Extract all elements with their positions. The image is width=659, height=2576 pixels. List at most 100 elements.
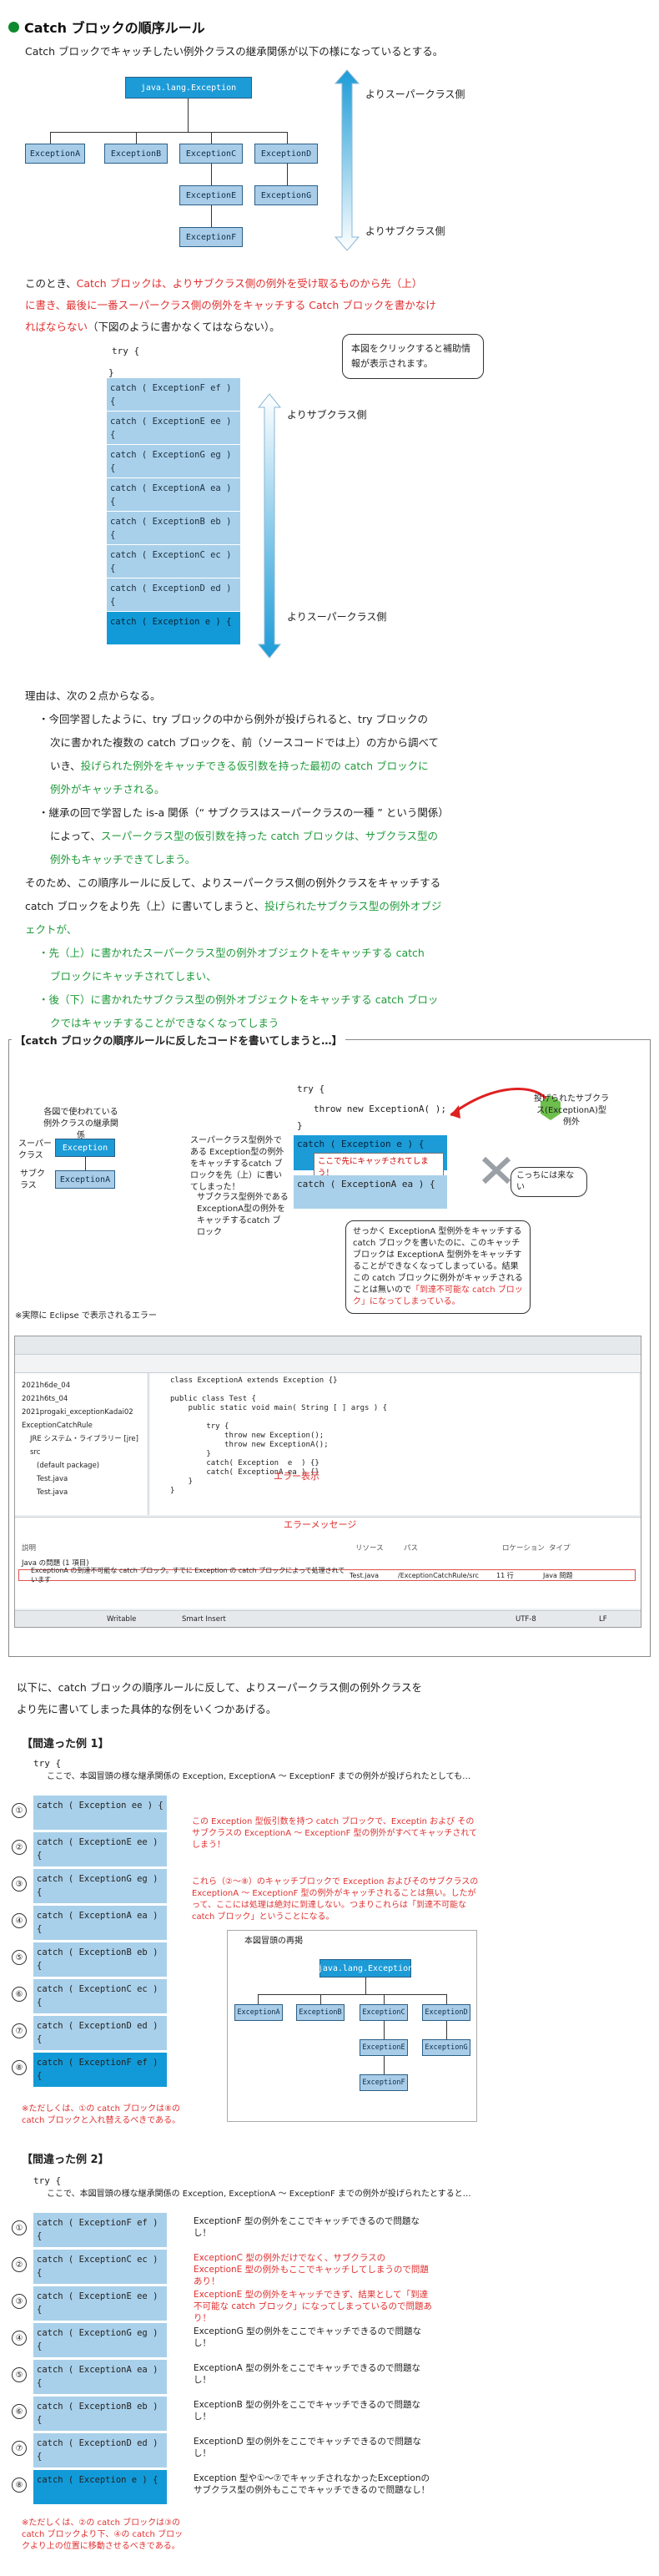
example1-try: try {	[33, 1758, 62, 1769]
class-box-exceptiona: ExceptionA	[55, 1170, 115, 1189]
reason-text: いき、投げられた例外をキャッチできる仮引数を持った最初の catch ブロックに	[50, 760, 429, 772]
mini-class-g: ExceptionG	[422, 2039, 470, 2056]
code-line: try {	[170, 1422, 229, 1431]
catch-comment: ExceptionC 型の例外だけでなく、サブクラスの ExceptionE 型…	[194, 2253, 429, 2286]
catch-comment: ExceptionD 型の例外をここでキャッチできるので問題なし！	[194, 2437, 421, 2458]
class-box-c: ExceptionC	[179, 144, 243, 164]
code-line: catch( Exception e ) {}	[170, 1459, 319, 1467]
catch-block: catch ( ExceptionD ed ) {	[33, 2432, 167, 2467]
marker-header-cell[interactable]: ロケーション	[502, 1543, 549, 1554]
mini-class-c: ExceptionC	[360, 2004, 408, 2021]
intro-text: Catch ブロックでキャッチしたい例外クラスの継承関係が以下の様になっていると…	[25, 45, 444, 58]
step-number: ⑤	[12, 1950, 27, 1965]
tree-item[interactable]: 2021h6de_04	[22, 1380, 70, 1392]
reason-text: ブロックにキャッチされてしまい、	[50, 970, 217, 982]
example2-footnote: ※ただしくは、②の catch ブロックは③の catch ブロックより下、④の…	[22, 2518, 184, 2551]
error-display-label: エラー表示	[274, 1471, 319, 1482]
code-editor[interactable]: class ExceptionA extends Exception {} pub…	[150, 1373, 639, 1515]
catch-block: catch ( Exception ee ) {	[33, 1795, 167, 1830]
code-close: }	[297, 1120, 303, 1131]
tree-item[interactable]: Test.java	[37, 1487, 68, 1498]
class-box-e: ExceptionE	[179, 185, 243, 205]
class-box-exception: Exception	[55, 1139, 115, 1157]
catch-block: catch ( Exception e ) {	[107, 611, 240, 644]
catch-block: catch ( ExceptionE ee ) {	[107, 411, 240, 444]
tree-item[interactable]: ExceptionCatchRule	[22, 1420, 93, 1432]
reason-text: そのため、この順序ルールに反して、よりスーパークラス側の例外クラスをキャッチする	[25, 876, 441, 889]
class-box-f: ExceptionF	[179, 227, 243, 247]
step-number: ③	[12, 1876, 27, 1892]
tree-item[interactable]: 2021progaki_exceptionKadai02	[22, 1407, 133, 1418]
catch-block: catch ( ExceptionE ee ) {	[33, 2286, 167, 2321]
catch-block: catch ( ExceptionE ee ) {	[33, 1831, 167, 1866]
mini-caption: 各図で使われている例外クラスの継承関係	[43, 1108, 118, 1140]
code-line: public static void main( String [ ] args…	[170, 1404, 388, 1412]
step-number: ⑦	[12, 2441, 27, 2456]
code-line: }	[170, 1477, 194, 1486]
marker-header-cell[interactable]: 説明	[22, 1543, 355, 1554]
mini-class-f: ExceptionF	[360, 2074, 408, 2091]
reason-text: 例外もキャッチできてしまう。	[50, 853, 196, 866]
eclipse-toolbar-2[interactable]	[15, 1355, 641, 1373]
explain-bubble: せっかく ExceptionA 型例外をキャッチする catch ブロックを書い…	[345, 1220, 531, 1314]
code-throw: throw new ExceptionA( );	[314, 1104, 446, 1114]
class-box-g: ExceptionG	[254, 185, 318, 205]
mini-title: 本図冒頭の再掲	[244, 1937, 303, 1946]
tree-item[interactable]: Test.java	[37, 1473, 68, 1485]
super-side-label: よりスーパークラス側	[287, 611, 387, 623]
eclipse-toolbar[interactable]	[15, 1336, 641, 1355]
marker-header-cell[interactable]: パス	[404, 1543, 502, 1554]
mini-hierarchy-frame: 本図冒頭の再掲 java.lang.Exception ExceptionA E…	[227, 1930, 477, 2122]
unreachable-catch-block: catch ( ExceptionA ea ) {	[294, 1175, 447, 1209]
reason-text: ェクトが、	[25, 923, 78, 936]
example1-note-1: この Exception 型仮引数を持つ catch ブロックで、Excepti…	[192, 1817, 478, 1850]
tree-item[interactable]: src	[30, 1447, 40, 1458]
marker-error-row[interactable]: ExceptionA の到達不可能な catch ブロック。すでに Except…	[18, 1567, 636, 1583]
class-box-a: ExceptionA	[25, 144, 85, 164]
reason-text: ・継承の回で学習した is-a 関係（“ サブクラスはスーパークラスの一種 ” …	[38, 806, 449, 819]
catch-block: catch ( ExceptionD ed ) {	[107, 578, 240, 611]
tree-item[interactable]: (default package)	[37, 1460, 99, 1472]
example2-comment: ここで、本図冒頭の様な継承関係の Exception, ExceptionA 〜…	[47, 2190, 471, 2199]
example1-note-2: これら（②〜⑧）のキャッチブロックで Exception およびそのサブクラスの…	[192, 1877, 479, 1922]
code-line: catch( ExceptionA ea ) {}	[170, 1468, 319, 1477]
example1-comment: ここで、本図冒頭の様な継承関係の Exception, ExceptionA 〜…	[47, 1772, 471, 1781]
marker-type: Java 問題	[543, 1571, 573, 1579]
example2-heading: 【間違った例 2】	[22, 2154, 109, 2166]
catch-block: catch ( ExceptionG eg ) {	[33, 1868, 167, 1903]
catch-stack: catch ( ExceptionF ef ) {catch ( Excepti…	[107, 377, 240, 644]
step-number: ③	[12, 2294, 27, 2309]
sub-side-label: よりサブクラス側	[287, 409, 367, 421]
reason-text: ・今回学習したように、try ブロックの中から例外が投げられると、try ブロッ…	[38, 713, 428, 725]
mini-class-a: ExceptionA	[234, 2004, 283, 2021]
not-here-bubble: こっちには来ない	[511, 1167, 587, 1197]
catch-block: catch ( Exception e ) {	[33, 2469, 167, 2504]
catch-block: catch ( ExceptionD ed ) {	[33, 2015, 167, 2050]
catch-comment: ExceptionG 型の例外をここでキャッチできるので問題なし！	[194, 2326, 421, 2348]
package-explorer[interactable]: 2021h6de_04 2021h6ts_04 2021progaki_except…	[15, 1373, 148, 1515]
rule-line3: ればならない（下図のように書かなくてはならない）。	[25, 321, 280, 333]
class-box-root: java.lang.Exception	[125, 77, 252, 98]
catch-comment: ExceptionF 型の例外をここでキャッチできるので問題なし！	[194, 2216, 420, 2238]
catch-block: catch ( ExceptionB eb ) {	[33, 1942, 167, 1977]
code-try: try {	[297, 1083, 325, 1094]
catch-block: catch ( ExceptionG eg ) {	[107, 444, 240, 477]
mini-class-root: java.lang.Exception	[318, 1959, 413, 1977]
tree-item[interactable]: JRE システム・ライブラリー [jre]	[30, 1433, 138, 1445]
reason-text: によって、スーパークラス型の仮引数を持った catch ブロックは、サブクラス型…	[50, 830, 438, 842]
reason-text: catch ブロックをより先（上）に書いてしまうと、投げられたサブクラス型の例外…	[25, 900, 442, 912]
catch-block: catch ( ExceptionB eb ) {	[33, 2396, 167, 2431]
try-body: }	[108, 367, 114, 378]
eclipse-window: 2021h6de_04 2021h6ts_04 2021progaki_except…	[14, 1336, 641, 1628]
class-box-d: ExceptionD	[254, 144, 318, 164]
catch-block: catch ( ExceptionF ef ) {	[107, 377, 240, 411]
super-label: スーパークラス	[18, 1139, 52, 1160]
bullet-dot-icon	[8, 21, 19, 33]
tree-item[interactable]: 2021h6ts_04	[22, 1393, 68, 1405]
code-line: throw new Exception();	[170, 1432, 324, 1440]
try-open: try {	[112, 346, 140, 356]
marker-header-cell[interactable]: リソース	[355, 1543, 404, 1554]
double-arrow-icon	[257, 393, 282, 659]
marker-header-cell[interactable]: タイプ	[549, 1543, 599, 1554]
